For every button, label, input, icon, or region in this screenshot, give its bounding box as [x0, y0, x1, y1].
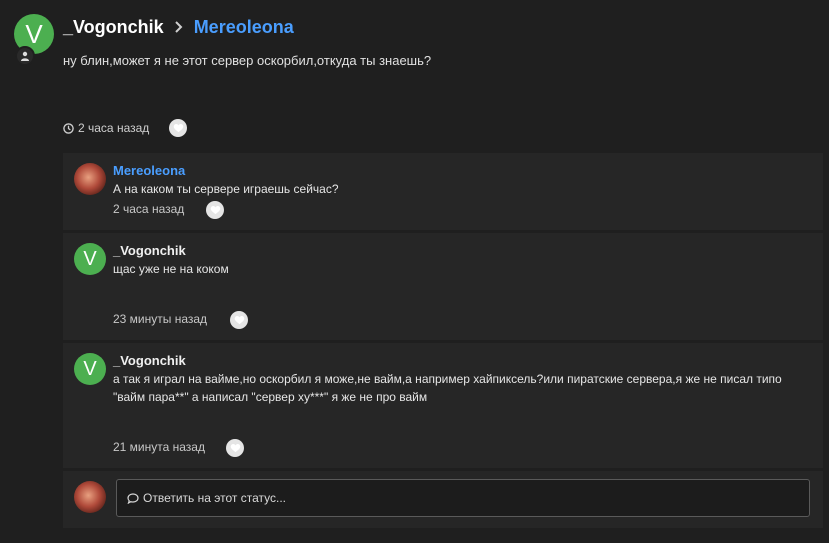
- comment-like-button[interactable]: [230, 311, 248, 329]
- comment-text: А на каком ты сервере играешь сейчас?: [113, 182, 339, 196]
- author-avatar-initial: V: [25, 19, 43, 49]
- comment-avatar-initial: V: [83, 248, 97, 270]
- status-author-link[interactable]: _Vogonchik: [63, 17, 164, 38]
- comment-avatar-initial: V: [83, 358, 97, 380]
- status-meta: 2 часа назад: [63, 119, 149, 137]
- comment-like-button[interactable]: [226, 439, 244, 457]
- comment-time[interactable]: 23 минуты назад: [113, 312, 207, 326]
- comment-icon: [127, 492, 139, 504]
- comment-item: V _Vogonchik щас уже не на коком 23 мину…: [63, 233, 823, 340]
- heart-icon: [230, 444, 240, 453]
- heart-icon: [234, 316, 244, 325]
- status-like-button[interactable]: [169, 119, 187, 137]
- status-text: ну блин,может я не этот сервер оскорбил,…: [63, 53, 432, 68]
- user-badge: [15, 46, 35, 66]
- comment-text: а так я играл на вайме,но оскорбил я мож…: [113, 372, 782, 404]
- reply-input[interactable]: Ответить на этот статус...: [116, 479, 810, 517]
- comment-item: Mereoleona А на каком ты сервере играешь…: [63, 153, 823, 230]
- comment-avatar[interactable]: [74, 163, 106, 195]
- comment-text: щас уже не на коком: [113, 262, 229, 276]
- comment-avatar[interactable]: V: [74, 353, 106, 385]
- comment-time[interactable]: 2 часа назад: [113, 202, 184, 216]
- comment-time[interactable]: 21 минута назад: [113, 440, 205, 454]
- status-target-link[interactable]: Mereoleona: [194, 17, 294, 38]
- comment-avatar[interactable]: V: [74, 243, 106, 275]
- clock-icon: [63, 122, 74, 134]
- status-time[interactable]: 2 часа назад: [78, 121, 149, 135]
- reply-placeholder: Ответить на этот статус...: [143, 491, 286, 505]
- heart-icon: [210, 206, 220, 215]
- user-icon: [21, 51, 29, 61]
- status-header: _Vogonchik Mereoleona: [63, 15, 294, 39]
- chevron-right-icon: [174, 21, 183, 33]
- current-user-avatar: [74, 481, 106, 513]
- reply-row: Ответить на этот статус...: [63, 471, 823, 528]
- comment-author[interactable]: Mereoleona: [113, 163, 185, 178]
- comment-list: Mereoleona А на каком ты сервере играешь…: [63, 153, 823, 528]
- heart-icon: [173, 124, 183, 133]
- comment-author[interactable]: _Vogonchik: [113, 353, 186, 368]
- comment-author[interactable]: _Vogonchik: [113, 243, 186, 258]
- comment-like-button[interactable]: [206, 201, 224, 219]
- comment-item: V _Vogonchik а так я играл на вайме,но о…: [63, 343, 823, 468]
